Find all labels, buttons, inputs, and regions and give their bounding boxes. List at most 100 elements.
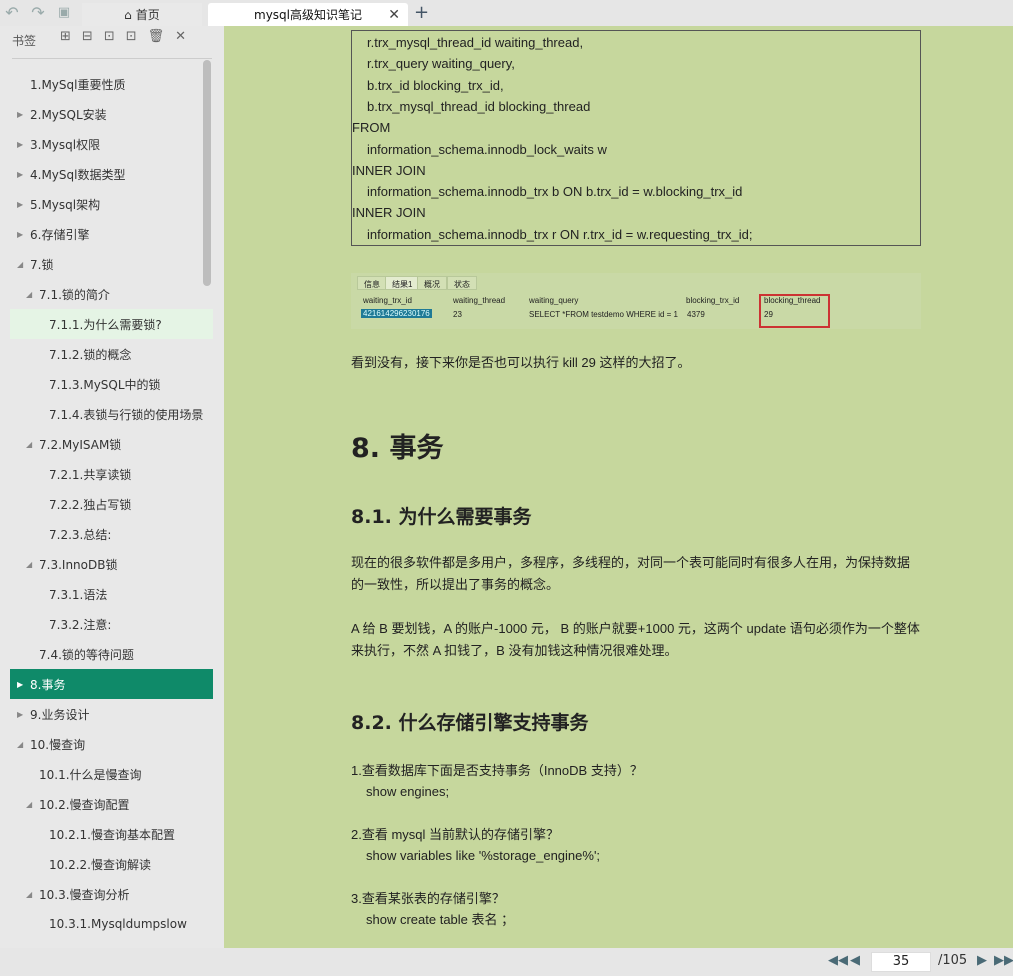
expanded-arrow-icon[interactable]: ◢ — [17, 260, 23, 269]
redo-icon[interactable]: ↷ — [28, 3, 48, 22]
expanded-arrow-icon[interactable]: ◢ — [26, 560, 32, 569]
collapse-all-icon[interactable]: ⊟ — [82, 29, 93, 44]
sidebar-item[interactable]: 7.1.1.为什么需要锁? — [10, 309, 213, 339]
sidebar-item[interactable]: ▶ 8.事务 — [10, 669, 213, 699]
close-icon[interactable]: ✕ — [175, 29, 186, 44]
page-number-input[interactable]: 35 — [871, 952, 931, 972]
sidebar-item[interactable]: ▶ 9.业务设计 — [10, 699, 213, 729]
tab-label: 首页 — [135, 8, 160, 22]
expanded-arrow-icon[interactable]: ◢ — [17, 740, 23, 749]
sidebar-item[interactable]: 7.2.2.独占写锁 — [10, 489, 213, 519]
highlight-box — [759, 294, 830, 328]
code-line: r.trx_query waiting_query, — [367, 56, 515, 72]
sidebar-item[interactable]: ▶ 5.Mysql架构 — [10, 189, 213, 219]
home-icon: ⌂ — [124, 7, 132, 22]
tab-document[interactable]: mysql高级知识笔记 ✕ — [208, 3, 408, 26]
page-navigation: ◀◀ ◀ 35 /105 ▶ ▶▶ — [0, 948, 1013, 976]
paragraph: 现在的很多软件都是多用户，多程序，多线程的，对同一个表可能同时有很多人在用，为保… — [351, 555, 911, 592]
sidebar-item[interactable]: 7.1.2.锁的概念 — [10, 339, 213, 369]
sidebar-item-label: 7.1.2.锁的概念 — [49, 347, 132, 362]
collapsed-arrow-icon[interactable]: ▶ — [17, 200, 23, 209]
document-view: r.trx_mysql_thread_id waiting_thread, r.t… — [224, 26, 1013, 948]
sidebar-item[interactable]: 7.1.4.表锁与行锁的使用场景 — [10, 399, 213, 429]
cell: 23 — [453, 310, 462, 319]
save-icon[interactable]: ▣ — [54, 5, 74, 20]
heading-8-1: 8.1. 为什么需要事务 — [351, 506, 532, 528]
sidebar-item-label: 7.3.1.语法 — [49, 587, 108, 602]
code-line: b.trx_mysql_thread_id blocking_thread — [367, 98, 591, 114]
undo-icon[interactable]: ↶ — [2, 3, 22, 22]
column-header: waiting_thread — [453, 296, 506, 305]
cell: 4379 — [687, 310, 705, 319]
column-header: blocking_trx_id — [686, 296, 740, 305]
sidebar-item-label: 7.1.1.为什么需要锁? — [49, 317, 162, 332]
sidebar-item[interactable]: 10.1.什么是慢查询 — [10, 759, 213, 789]
sidebar-item-label: 10.慢查询 — [30, 737, 86, 752]
sidebar-item[interactable]: ▶ 6.存储引擎 — [10, 219, 213, 249]
sidebar-item[interactable]: 7.3.2.注意: — [10, 609, 213, 639]
edit-bookmark-icon[interactable]: ⊡ — [126, 29, 137, 44]
sidebar-item-label: 7.1.3.MySQL中的锁 — [49, 377, 161, 392]
sidebar-item-label: 7.2.3.总结: — [49, 527, 112, 542]
query-result-image: 信息 结果1 概况 状态 waiting_trx_id waiting_thre… — [351, 273, 921, 329]
sidebar-item-label: 7.4.锁的等待问题 — [39, 647, 134, 662]
paragraph: A 给 B 要划钱，A 的账户-1000 元， B 的账户就要+1000 元，这… — [351, 621, 920, 658]
sidebar-item[interactable]: 10.2.1.慢查询基本配置 — [10, 819, 213, 849]
collapsed-arrow-icon[interactable]: ▶ — [17, 230, 23, 239]
sidebar-item[interactable]: 7.2.1.共享读锁 — [10, 459, 213, 489]
sidebar-item[interactable]: 1.MySql重要性质 — [10, 69, 213, 99]
collapsed-arrow-icon[interactable]: ▶ — [17, 140, 23, 149]
expanded-arrow-icon[interactable]: ◢ — [26, 440, 32, 449]
sidebar-item[interactable]: ◢ 10.3.慢查询分析 — [10, 879, 213, 909]
sidebar-item[interactable]: 7.4.锁的等待问题 — [10, 639, 213, 669]
expanded-arrow-icon[interactable]: ◢ — [26, 890, 32, 899]
sidebar-item[interactable]: ◢ 7.3.InnoDB锁 — [10, 549, 213, 579]
sidebar-item-label: 10.3.慢查询分析 — [39, 887, 130, 902]
last-page-icon[interactable]: ▶▶ — [994, 953, 1013, 968]
expanded-arrow-icon[interactable]: ◢ — [26, 290, 32, 299]
sidebar-item[interactable]: ▶ 4.MySql数据类型 — [10, 159, 213, 189]
expanded-arrow-icon[interactable]: ◢ — [26, 800, 32, 809]
sidebar-item[interactable]: 7.1.3.MySQL中的锁 — [10, 369, 213, 399]
paragraph: 看到没有，接下来你是否也可以执行 kill 29 这样的大招了。 — [351, 355, 691, 370]
add-tab-button[interactable]: + — [414, 2, 429, 23]
collapsed-arrow-icon[interactable]: ▶ — [17, 170, 23, 179]
sidebar-item[interactable]: ◢ 10.慢查询 — [10, 729, 213, 759]
sidebar-item-label: 3.Mysql权限 — [30, 137, 101, 152]
sidebar-item[interactable]: ▶ 3.Mysql权限 — [10, 129, 213, 159]
sidebar-item[interactable]: 10.2.2.慢查询解读 — [10, 849, 213, 879]
sidebar-item-label: 10.1.什么是慢查询 — [39, 767, 142, 782]
collapsed-arrow-icon[interactable]: ▶ — [17, 710, 23, 719]
heading-8-2: 8.2. 什么存储引擎支持事务 — [351, 712, 589, 734]
sidebar-item[interactable]: ◢ 10.2.慢查询配置 — [10, 789, 213, 819]
tab-home[interactable]: ⌂ 首页 — [82, 3, 202, 26]
sidebar-item-label: 7.2.2.独占写锁 — [49, 497, 132, 512]
bookmark-sidebar: 书签 ⊞ ⊟ ⊡ ⊡ 🗑 ✕ 1.MySql重要性质 ▶ 2.MySQL安装 ▶ 3.M… — [0, 26, 224, 948]
sidebar-item[interactable]: ◢ 7.1.锁的简介 — [10, 279, 213, 309]
sidebar-item-label: 7.1.4.表锁与行锁的使用场景 — [49, 407, 204, 422]
delete-icon[interactable]: 🗑 — [148, 29, 165, 44]
expand-all-icon[interactable]: ⊞ — [60, 29, 71, 44]
sidebar-toolbar: ⊞ ⊟ ⊡ ⊡ 🗑 ✕ — [60, 29, 186, 44]
sidebar-item[interactable]: ◢ 7.2.MyISAM锁 — [10, 429, 213, 459]
next-page-icon[interactable]: ▶ — [977, 953, 987, 968]
sidebar-item-label: 10.2.慢查询配置 — [39, 797, 130, 812]
sidebar-item-label: 7.1.锁的简介 — [39, 287, 110, 302]
prev-page-icon[interactable]: ◀ — [850, 953, 860, 968]
scrollbar[interactable] — [203, 60, 211, 286]
sidebar-item-label: 8.事务 — [30, 677, 66, 692]
code-line: INNER JOIN — [352, 162, 426, 178]
first-page-icon[interactable]: ◀◀ — [828, 953, 848, 968]
collapsed-arrow-icon[interactable]: ▶ — [17, 680, 23, 689]
sidebar-item[interactable]: 7.3.1.语法 — [10, 579, 213, 609]
sidebar-item[interactable]: 10.3.1.Mysqldumpslow — [10, 909, 213, 939]
cell: 421614296230176 — [361, 309, 432, 318]
add-bookmark-icon[interactable]: ⊡ — [104, 29, 115, 44]
close-icon[interactable]: ✕ — [388, 7, 400, 23]
sidebar-item[interactable]: ◢ 7.锁 — [10, 249, 213, 279]
result-tab: 结果1 — [385, 276, 420, 290]
sidebar-item[interactable]: 7.2.3.总结: — [10, 519, 213, 549]
sidebar-item-label: 2.MySQL安装 — [30, 107, 107, 122]
collapsed-arrow-icon[interactable]: ▶ — [17, 110, 23, 119]
sidebar-item[interactable]: ▶ 2.MySQL安装 — [10, 99, 213, 129]
